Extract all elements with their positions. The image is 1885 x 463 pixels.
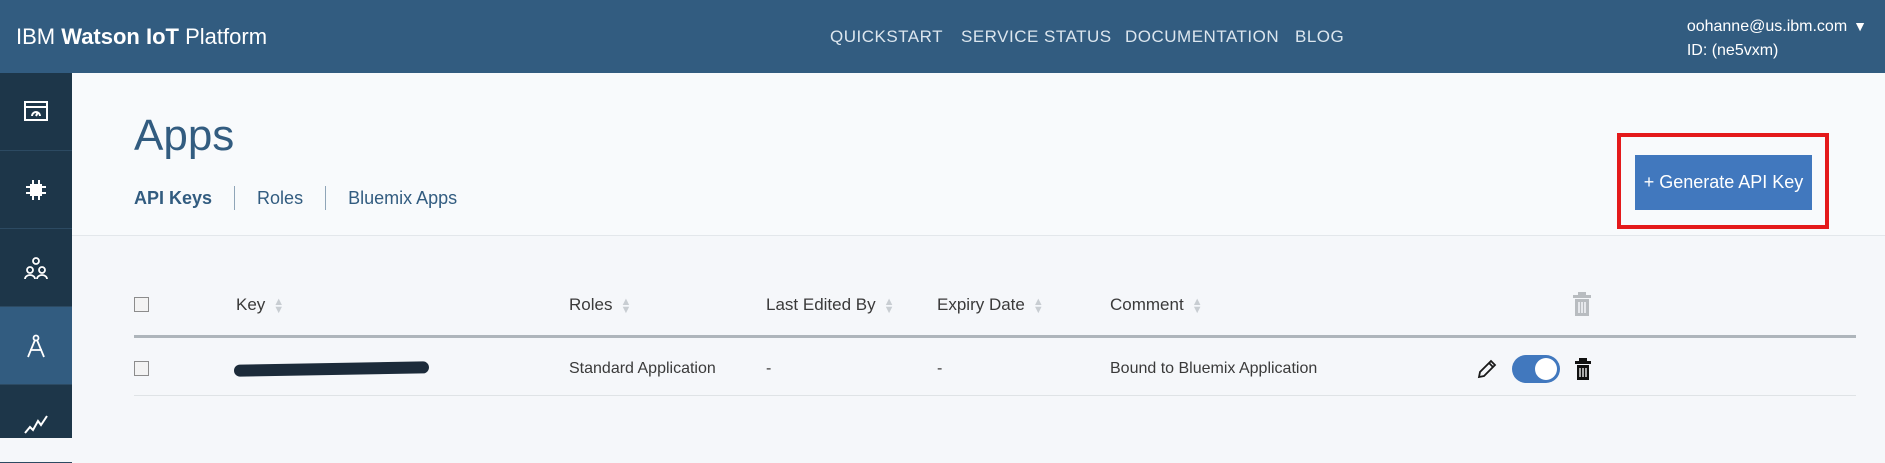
column-last-edited-by-label: Last Edited By (766, 295, 876, 314)
table-header: Key ▲ ▼ Roles ▲ ▼ Last Edited By ▲ ▼ Expiry Da… (134, 273, 1856, 338)
column-comment-label: Comment (1110, 295, 1184, 314)
nav-blog[interactable]: BLOG (1295, 27, 1344, 47)
sub-tabs: API Keys Roles Bluemix Apps (134, 186, 479, 210)
sort-icon: ▲ ▼ (620, 295, 632, 316)
page-title: Apps (134, 111, 235, 160)
devices-chip-icon (26, 179, 46, 200)
column-comment[interactable]: Comment ▲ ▼ (1110, 295, 1203, 315)
caret-down-icon: ▼ (1853, 18, 1867, 34)
tab-api-keys[interactable]: API Keys (134, 186, 234, 210)
generate-api-key-button[interactable]: + Generate API Key (1635, 155, 1812, 210)
user-id: ID: (ne5vxm) (1686, 42, 1779, 59)
row-checkbox[interactable] (134, 361, 149, 376)
column-key[interactable]: Key ▲ ▼ (236, 295, 284, 315)
members-icon (24, 256, 48, 279)
sidebar-item-usage[interactable] (0, 385, 72, 463)
column-last-edited-by[interactable]: Last Edited By ▲ ▼ (766, 295, 895, 315)
nav-service-status[interactable]: SERVICE STATUS (961, 27, 1112, 47)
nav-documentation[interactable]: DOCUMENTATION (1125, 27, 1279, 47)
sidebar-item-dashboard[interactable] (0, 73, 72, 151)
apps-compass-icon (27, 334, 45, 357)
sidebar-item-apps[interactable] (0, 307, 72, 385)
user-menu[interactable]: oohanne@us.ibm.com ▼ ID: (ne5vxm) (1687, 14, 1867, 63)
highlight-box: + Generate API Key (1617, 133, 1829, 229)
sort-icon: ▲ ▼ (883, 295, 895, 316)
select-all-checkbox[interactable] (134, 297, 149, 312)
enabled-toggle[interactable] (1512, 355, 1560, 383)
edit-pencil-icon[interactable] (1476, 358, 1498, 380)
brand-suffix: Platform (185, 24, 268, 49)
sidebar-item-devices[interactable] (0, 151, 72, 229)
row-comment: Bound to Bluemix Application (1110, 360, 1318, 377)
sidebar (0, 73, 72, 463)
dashboard-icon (24, 100, 48, 121)
redacted-key (233, 361, 430, 377)
brand-bold: Watson IoT (61, 24, 179, 49)
main-content: Apps API Keys Roles Bluemix Apps + Gener… (72, 73, 1885, 438)
toggle-knob (1535, 358, 1557, 380)
page-header: Apps API Keys Roles Bluemix Apps + Gener… (72, 73, 1885, 236)
row-expiry-date: - (937, 360, 943, 377)
top-bar: IBM Watson IoT Platform QUICKSTART SERVI… (0, 0, 1885, 73)
table-row: Standard Application - - Bound to Bluemi… (134, 341, 1856, 396)
nav-quickstart[interactable]: QUICKSTART (830, 27, 943, 47)
user-email: oohanne@us.ibm.com (1686, 18, 1848, 35)
sort-icon: ▲ ▼ (273, 295, 285, 316)
bulk-delete-trash-icon[interactable] (1572, 291, 1592, 317)
sort-icon: ▲ ▼ (1191, 295, 1203, 316)
usage-chart-icon (24, 414, 48, 434)
column-roles-label: Roles (569, 295, 613, 314)
column-expiry-date-label: Expiry Date (937, 295, 1025, 314)
sort-icon: ▲ ▼ (1032, 295, 1044, 316)
sidebar-item-members[interactable] (0, 229, 72, 307)
tab-bluemix-apps[interactable]: Bluemix Apps (325, 186, 479, 210)
column-roles[interactable]: Roles ▲ ▼ (569, 295, 631, 315)
row-roles: Standard Application (569, 360, 716, 377)
tab-roles[interactable]: Roles (234, 186, 325, 210)
column-expiry-date[interactable]: Expiry Date ▲ ▼ (937, 295, 1044, 315)
row-last-edited-by: - (766, 360, 772, 377)
brand-logo[interactable]: IBM Watson IoT Platform (16, 24, 267, 50)
column-key-label: Key (236, 295, 266, 314)
brand-prefix: IBM (16, 24, 56, 49)
delete-trash-icon[interactable] (1574, 357, 1592, 381)
